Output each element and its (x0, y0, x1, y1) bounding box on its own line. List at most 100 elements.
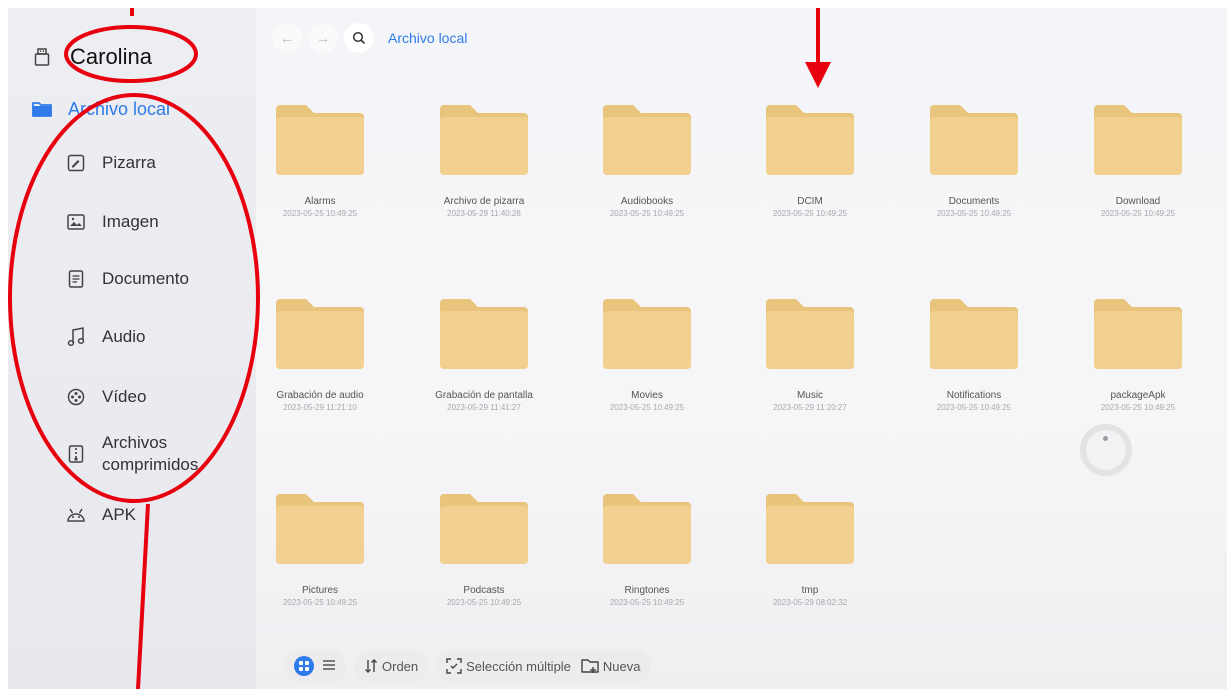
sidebar-item-label: Vídeo (102, 387, 147, 406)
new-folder-icon (581, 658, 599, 674)
folder-icon (766, 494, 854, 564)
folder-item[interactable]: Music 2023-05-29 11:20:27 (740, 297, 880, 412)
folder-item[interactable]: tmp 2023-05-29 08:02:32 (740, 492, 880, 607)
music-icon (66, 327, 86, 347)
whiteboard-icon (66, 153, 86, 173)
grid-view-icon[interactable] (294, 656, 314, 676)
usb-drive-icon (32, 47, 52, 67)
sidebar-item-label: APK (102, 505, 137, 524)
folder-name: Grabación de pantalla (435, 390, 533, 401)
folder-name: Ringtones (624, 585, 670, 596)
sidebar-item-label: Imagen (102, 212, 159, 231)
folder-date: 2023-05-29 11:40:28 (447, 209, 521, 218)
folder-icon (1094, 299, 1182, 369)
folder-date: 2023-05-25 10:49:25 (936, 403, 1012, 412)
folder-icon (32, 99, 52, 119)
view-toggle (284, 650, 346, 682)
device-name: Carolina (70, 44, 152, 69)
sidebar-item-audio[interactable]: Audio (66, 326, 145, 348)
search-button[interactable] (344, 23, 374, 53)
folder-date: 2023-05-29 11:21:10 (283, 403, 357, 412)
sidebar-item-pizarra[interactable]: Pizarra (66, 152, 156, 174)
folder-name: Audiobooks (620, 196, 674, 207)
folder-icon (276, 105, 364, 175)
folder-date: 2023-05-25 10:49:25 (609, 403, 685, 412)
folder-date: 2023-05-29 08:02:32 (772, 598, 848, 607)
folder-item[interactable]: Alarms 2023-05-25 10:49:25 (250, 103, 390, 218)
sort-button[interactable]: Orden (354, 650, 429, 682)
folder-item[interactable]: Documents 2023-05-25 10:49:25 (904, 103, 1044, 218)
folder-name: Documents (948, 196, 1000, 207)
folder-name: Podcasts (463, 585, 505, 596)
folder-icon (440, 494, 528, 564)
search-icon (352, 31, 366, 45)
new-folder-button[interactable]: Nueva (603, 659, 641, 674)
sidebar-item-documento[interactable]: Documento (66, 268, 189, 290)
folder-date: 2023-05-29 11:20:27 (773, 403, 847, 412)
folder-date: 2023-05-25 10:49:25 (609, 209, 685, 218)
folder-name: Pictures (301, 585, 339, 596)
breadcrumb[interactable]: Archivo local (388, 30, 467, 46)
folder-name: Alarms (304, 196, 336, 207)
folder-item[interactable]: Podcasts 2023-05-25 10:49:25 (414, 492, 554, 607)
loading-indicator (1080, 424, 1132, 476)
sidebar-item-apk[interactable]: APK (66, 504, 136, 526)
folder-icon (930, 105, 1018, 175)
list-view-icon[interactable] (322, 659, 336, 674)
folder-item[interactable]: Movies 2023-05-25 10:49:25 (577, 297, 717, 412)
folder-date: 2023-05-29 11:41:27 (447, 403, 521, 412)
folder-date: 2023-05-25 10:49:25 (609, 598, 685, 607)
sidebar-item-label: Archivos comprimidos (102, 433, 199, 474)
folder-date: 2023-05-25 10:49:25 (936, 209, 1012, 218)
document-icon (66, 269, 86, 289)
folder-name: Download (1115, 196, 1161, 207)
folder-date: 2023-05-25 10:49:25 (282, 598, 358, 607)
sidebar-item-archivo-local[interactable]: Archivo local (32, 96, 170, 122)
multi-select-group: Selección múltiple Nueva (436, 650, 651, 682)
file-manager-window: Carolina Archivo local Pizarra Imagen Do (8, 8, 1227, 689)
folder-item[interactable]: Download 2023-05-25 10:49:25 (1068, 103, 1208, 218)
sidebar-item-imagen[interactable]: Imagen (66, 211, 159, 233)
forward-button[interactable]: → (308, 23, 338, 53)
folder-date: 2023-05-25 10:49:25 (446, 598, 522, 607)
image-icon (66, 212, 86, 232)
folder-item[interactable]: Audiobooks 2023-05-25 10:49:25 (577, 103, 717, 218)
android-icon (66, 505, 86, 525)
folder-item[interactable]: DCIM 2023-05-25 10:49:25 (740, 103, 880, 218)
folder-name: DCIM (797, 196, 823, 207)
folder-item[interactable]: Archivo de pizarra 2023-05-29 11:40:28 (414, 103, 554, 218)
folder-icon (766, 105, 854, 175)
folder-item[interactable]: Grabación de audio 2023-05-29 11:21:10 (250, 297, 390, 412)
folder-icon (440, 105, 528, 175)
folder-item[interactable]: Ringtones 2023-05-25 10:49:25 (577, 492, 717, 607)
folder-item[interactable]: Notifications 2023-05-25 10:49:25 (904, 297, 1044, 412)
bottom-toolbar: Orden Selección múltiple Nueva (284, 650, 659, 682)
multi-select-button[interactable]: Selección múltiple (466, 659, 571, 674)
folder-item[interactable]: Grabación de pantalla 2023-05-29 11:41:27 (414, 297, 554, 412)
folder-name: Grabación de audio (276, 390, 364, 401)
folder-item[interactable]: Pictures 2023-05-25 10:49:25 (250, 492, 390, 607)
folder-name: Notifications (946, 390, 1002, 401)
folder-icon (766, 299, 854, 369)
video-icon (66, 387, 86, 407)
sidebar-item-label: Documento (102, 269, 189, 288)
multi-select-icon (446, 658, 462, 674)
folder-icon (1094, 105, 1182, 175)
sort-icon (364, 658, 378, 674)
folder-icon (276, 494, 364, 564)
sidebar: Carolina Archivo local Pizarra Imagen Do (8, 8, 256, 689)
sidebar-item-label: Archivo local (68, 98, 171, 119)
toolbar: ← → Archivo local (272, 23, 467, 53)
back-button[interactable]: ← (272, 23, 302, 53)
sidebar-item-label: Pizarra (102, 153, 156, 172)
main-panel: ← → Archivo local Alarms 2023-05-25 10:49… (256, 8, 1227, 689)
folder-icon (930, 299, 1018, 369)
sidebar-item-archivos-comprimidos[interactable]: Archivos comprimidos (66, 432, 222, 476)
sidebar-item-video[interactable]: Vídeo (66, 386, 146, 408)
folder-date: 2023-05-25 10:49:25 (1100, 209, 1176, 218)
sidebar-device[interactable]: Carolina (32, 42, 152, 72)
folder-icon (440, 299, 528, 369)
folder-item[interactable]: packageApk 2023-05-25 10:49:25 (1068, 297, 1208, 412)
folder-name: Movies (631, 390, 663, 401)
sort-label: Orden (382, 658, 419, 674)
